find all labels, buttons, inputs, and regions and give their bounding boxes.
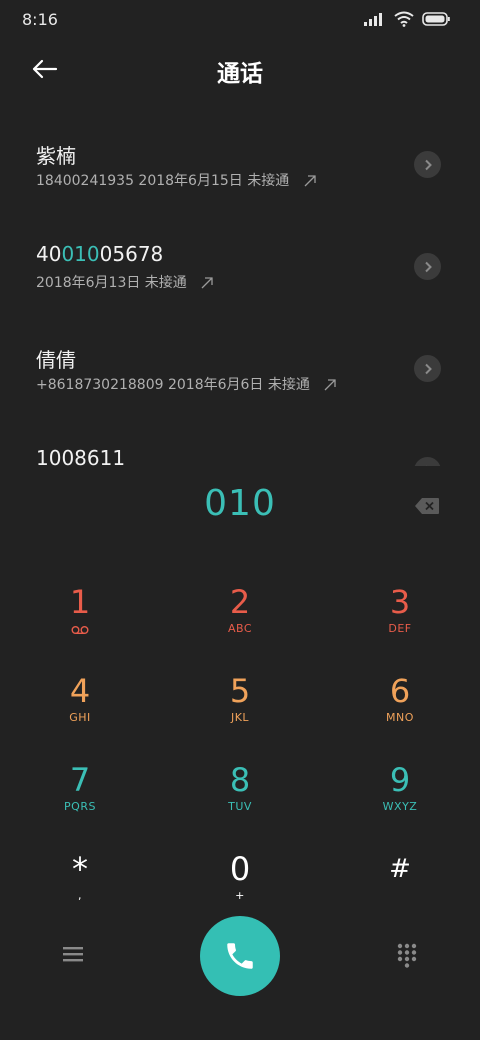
- signal-icon: [364, 13, 382, 26]
- dialed-number: 010: [204, 483, 276, 524]
- call-log-item[interactable]: 倩倩 +8618730218809 2018年6月6日 未接通: [0, 324, 480, 424]
- key-4[interactable]: 4 GHI: [20, 669, 140, 749]
- key-7[interactable]: 7 PQRS: [20, 758, 140, 838]
- call-details-button[interactable]: [414, 253, 441, 280]
- contact-number: 1008611: [36, 446, 126, 466]
- key-digit: 7: [69, 761, 91, 799]
- key-digit: 3: [389, 583, 411, 621]
- chevron-right-icon: [424, 261, 432, 272]
- key-letters: MNO: [386, 711, 414, 724]
- call-detail: 2018年6月13日 未接通: [36, 272, 213, 292]
- key-letters: ,: [78, 889, 82, 902]
- outgoing-call-icon: [201, 277, 213, 289]
- status-time: 8:16: [22, 10, 58, 29]
- outgoing-call-icon: [304, 175, 316, 187]
- chevron-right-icon: [424, 159, 432, 170]
- key-letters: DEF: [388, 622, 412, 635]
- key-digit: 2: [229, 583, 251, 621]
- key-3[interactable]: 3 DEF: [340, 580, 460, 660]
- key-digit: 8: [229, 761, 251, 799]
- menu-icon[interactable]: [62, 944, 84, 964]
- key-1[interactable]: 1: [20, 580, 140, 660]
- status-icons: [364, 11, 450, 27]
- contact-name: 倩倩: [36, 348, 76, 372]
- call-details-button[interactable]: [414, 355, 441, 382]
- key-letters: PQRS: [64, 800, 96, 813]
- voicemail-icon: [71, 626, 89, 634]
- call-detail: 18400241935 2018年6月15日 未接通: [36, 170, 316, 190]
- call-log-item[interactable]: 紫楠 18400241935 2018年6月15日 未接通: [0, 120, 480, 220]
- chevron-right-icon: [424, 363, 432, 374]
- key-digit: #: [389, 854, 411, 884]
- key-letters: JKL: [230, 711, 250, 724]
- outgoing-call-icon: [324, 379, 336, 391]
- backspace-icon[interactable]: [414, 497, 440, 515]
- bottom-action-bar: [0, 910, 480, 1010]
- number-suffix: 05678: [99, 242, 164, 266]
- call-details-button[interactable]: [414, 457, 441, 466]
- key-letters: ABC: [227, 622, 253, 635]
- dialpad-icon[interactable]: [396, 943, 418, 969]
- key-letters: TUV: [228, 800, 252, 813]
- call-detail: +8618730218809 2018年6月6日 未接通: [36, 374, 336, 394]
- call-log-item[interactable]: 1008611: [0, 426, 480, 466]
- chevron-right-icon: [425, 465, 427, 466]
- contact-number: 4001005678: [36, 242, 163, 266]
- call-button[interactable]: [200, 916, 280, 996]
- key-6[interactable]: 6 MNO: [340, 669, 460, 749]
- call-detail-text: +8618730218809 2018年6月6日 未接通: [36, 377, 310, 393]
- key-digit: 5: [229, 672, 251, 710]
- number-match: 010: [61, 242, 100, 266]
- key-letters: GHI: [69, 711, 91, 724]
- call-detail-text: 2018年6月13日 未接通: [36, 275, 187, 291]
- phone-icon: [227, 943, 253, 969]
- call-detail-text: 18400241935 2018年6月15日 未接通: [36, 173, 290, 189]
- wifi-icon: [394, 11, 414, 27]
- call-log-item[interactable]: 4001005678 2018年6月13日 未接通: [0, 222, 480, 322]
- call-details-button[interactable]: [414, 151, 441, 178]
- battery-icon: [422, 12, 450, 26]
- key-digit: 0: [229, 850, 251, 888]
- contact-name: 紫楠: [36, 144, 76, 168]
- key-digit: *: [72, 850, 88, 888]
- key-letters: +: [235, 889, 245, 902]
- key-digit: 6: [389, 672, 411, 710]
- recent-calls-list[interactable]: 紫楠 18400241935 2018年6月15日 未接通 4001005678…: [0, 120, 480, 466]
- key-digit: 1: [69, 583, 91, 621]
- key-8[interactable]: 8 TUV: [180, 758, 300, 838]
- key-digit: 9: [389, 761, 411, 799]
- key-2[interactable]: 2 ABC: [180, 580, 300, 660]
- status-bar: 8:16: [0, 0, 480, 42]
- key-digit: 4: [69, 672, 91, 710]
- number-prefix: 40: [36, 242, 62, 266]
- key-9[interactable]: 9 WXYZ: [340, 758, 460, 838]
- app-header: 通话: [0, 42, 480, 100]
- key-5[interactable]: 5 JKL: [180, 669, 300, 749]
- page-title: 通话: [217, 61, 263, 87]
- key-letters: WXYZ: [382, 800, 418, 813]
